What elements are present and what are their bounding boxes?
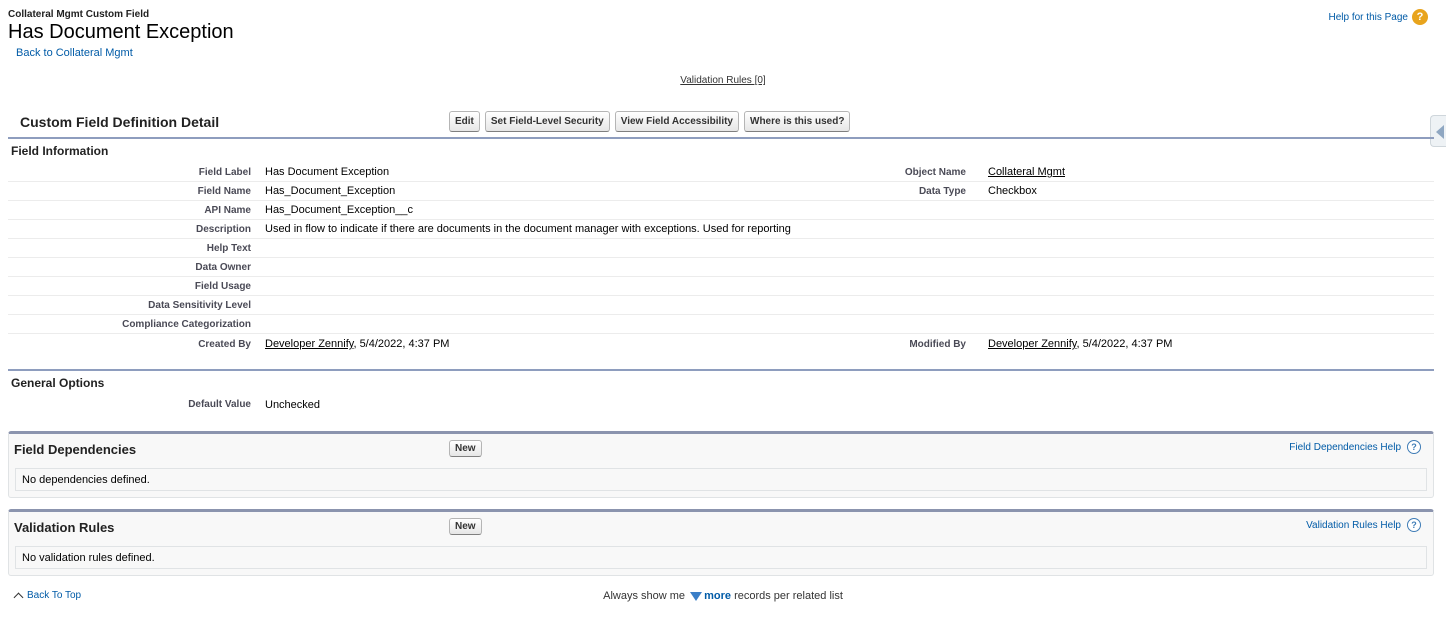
- field-row: Data Owner: [8, 258, 1434, 277]
- field-label-label: Field Label: [198, 166, 251, 178]
- help-for-page[interactable]: Help for this Page ?: [1329, 9, 1428, 25]
- field-row: Help Text: [8, 239, 1434, 258]
- validation-rules-title: Validation Rules: [14, 520, 115, 535]
- page-header: Collateral Mgmt Custom Field Has Documen…: [8, 8, 234, 59]
- records-per-list-control: Always show me more records per related …: [0, 590, 1446, 602]
- detail-buttons: Edit Set Field-Level Security View Field…: [449, 111, 851, 132]
- data-type-label: Data Type: [918, 185, 966, 197]
- field-row: Default Value Unchecked: [8, 395, 1434, 414]
- created-by-user-link[interactable]: Developer Zennify: [265, 338, 353, 350]
- detail-header: Custom Field Definition Detail Edit Set …: [8, 107, 1434, 139]
- object-name-value: Collateral Mgmt: [978, 166, 1434, 178]
- validation-rules-anchor: Validation Rules [0]: [0, 75, 1446, 86]
- modified-by-label: Modified By: [909, 338, 966, 350]
- help-icon[interactable]: ?: [1407, 518, 1421, 532]
- api-name-value: Has_Document_Exception__c: [265, 204, 413, 216]
- field-row: Field Name Has_Document_Exception Data T…: [8, 182, 1434, 201]
- modified-by-user-link[interactable]: Developer Zennify: [988, 338, 1076, 350]
- field-row: Field Label Has Document Exception Objec…: [8, 163, 1434, 182]
- default-value-label: Default Value: [188, 399, 251, 410]
- view-field-accessibility-button[interactable]: View Field Accessibility: [614, 111, 739, 132]
- always-show-suffix: records per related list: [734, 590, 843, 602]
- field-row: Field Usage: [8, 277, 1434, 296]
- field-information-section: Field Information: [8, 139, 1434, 163]
- help-icon[interactable]: ?: [1412, 9, 1428, 25]
- modified-by-date: , 5/4/2022, 4:37 PM: [1076, 338, 1173, 350]
- back-link[interactable]: Back to Collateral Mgmt: [16, 47, 234, 59]
- page-title: Has Document Exception: [8, 21, 234, 43]
- description-label: Description: [195, 223, 251, 235]
- help-icon[interactable]: ?: [1407, 440, 1421, 454]
- created-by-label: Created By: [198, 338, 251, 350]
- field-dependencies-header: Field Dependencies New Field Dependencie…: [9, 434, 1433, 468]
- help-for-page-link[interactable]: Help for this Page: [1329, 12, 1409, 23]
- set-field-level-security-button[interactable]: Set Field-Level Security: [484, 111, 610, 132]
- field-row: Description Used in flow to indicate if …: [8, 220, 1434, 239]
- validation-rules-header: Validation Rules New Validation Rules He…: [9, 512, 1433, 546]
- field-dependencies-help-link[interactable]: Field Dependencies Help: [1289, 442, 1401, 453]
- object-type-label: Collateral Mgmt Custom Field: [8, 9, 150, 20]
- edit-button[interactable]: Edit: [449, 111, 480, 132]
- where-is-this-used-button[interactable]: Where is this used?: [744, 111, 851, 132]
- default-value-value: Unchecked: [265, 398, 321, 411]
- validation-rules-anchor-link[interactable]: Validation Rules [0]: [680, 75, 765, 86]
- data-owner-label: Data Owner: [195, 261, 251, 273]
- created-by-date: , 5/4/2022, 4:37 PM: [353, 338, 450, 350]
- data-sensitivity-label: Data Sensitivity Level: [148, 299, 251, 311]
- api-name-label: API Name: [204, 204, 251, 216]
- field-dependencies-list: Field Dependencies New Field Dependencie…: [8, 431, 1434, 498]
- field-row: Data Sensitivity Level: [8, 296, 1434, 315]
- field-name-value: Has_Document_Exception: [265, 185, 396, 197]
- more-records-link[interactable]: more: [704, 590, 731, 602]
- data-type-value: Checkbox: [988, 185, 1037, 197]
- new-field-dependency-button[interactable]: New: [449, 440, 482, 457]
- field-dependencies-help[interactable]: Field Dependencies Help ?: [1289, 440, 1421, 454]
- help-text-label: Help Text: [206, 242, 251, 254]
- field-name-label: Field Name: [197, 185, 251, 197]
- field-row: API Name Has_Document_Exception__c: [8, 201, 1434, 220]
- compliance-label: Compliance Categorization: [122, 318, 251, 330]
- field-dependencies-title: Field Dependencies: [14, 442, 137, 457]
- validation-rules-help-link[interactable]: Validation Rules Help: [1306, 520, 1401, 531]
- dropdown-triangle-icon[interactable]: [690, 591, 703, 601]
- validation-rules-list: Validation Rules New Validation Rules He…: [8, 509, 1434, 576]
- field-information-title: Field Information: [11, 144, 109, 158]
- created-by-value: Developer Zennify, 5/4/2022, 4:37 PM: [263, 338, 883, 350]
- object-name-link[interactable]: Collateral Mgmt: [988, 166, 1065, 178]
- detail-title: Custom Field Definition Detail: [20, 114, 220, 130]
- field-usage-label: Field Usage: [194, 280, 251, 292]
- custom-field-detail: Custom Field Definition Detail Edit Set …: [8, 107, 1434, 414]
- field-label-value: Has Document Exception: [265, 166, 390, 178]
- description-value: Used in flow to indicate if there are do…: [265, 223, 791, 235]
- modified-by-value: Developer Zennify, 5/4/2022, 4:37 PM: [978, 338, 1434, 350]
- validation-rules-empty: No validation rules defined.: [15, 546, 1427, 569]
- validation-rules-help[interactable]: Validation Rules Help ?: [1306, 518, 1421, 532]
- new-validation-rule-button[interactable]: New: [449, 518, 482, 535]
- field-row: Compliance Categorization: [8, 315, 1434, 334]
- object-name-label: Object Name: [904, 166, 966, 178]
- general-options-section: General Options: [8, 371, 1434, 395]
- always-show-prefix: Always show me: [603, 590, 686, 602]
- field-row: Created By Developer Zennify, 5/4/2022, …: [8, 334, 1434, 354]
- general-options-title: General Options: [11, 376, 105, 390]
- field-dependencies-empty: No dependencies defined.: [15, 468, 1427, 491]
